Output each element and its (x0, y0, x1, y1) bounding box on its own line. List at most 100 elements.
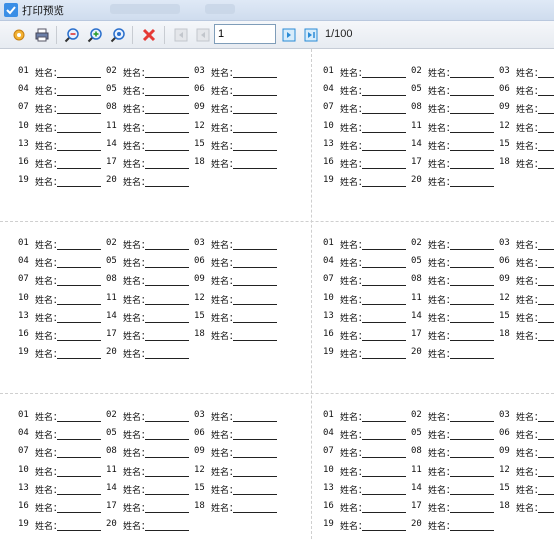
name-underline (450, 267, 494, 269)
name-underline (57, 457, 101, 459)
page-number-input[interactable] (214, 24, 276, 44)
printer-icon[interactable] (33, 26, 51, 44)
name-underline (538, 421, 554, 422)
name-label-item: 11 姓名： (106, 119, 192, 137)
name-underline (145, 493, 189, 495)
last-page-icon[interactable] (302, 26, 320, 44)
label-number: 03 (194, 238, 205, 248)
label-number: 08 (411, 102, 422, 113)
label-number: 18 (194, 501, 205, 511)
name-label-item: 16 姓名： (323, 155, 409, 173)
label-number: 16 (323, 501, 334, 511)
name-underline (57, 113, 101, 115)
prev-page-icon[interactable] (194, 26, 212, 44)
name-underline (362, 439, 406, 441)
name-label-item: 03 姓名： (499, 64, 554, 82)
zoom-out-icon[interactable] (63, 26, 81, 44)
name-underline (233, 249, 277, 250)
page-divider (0, 393, 554, 394)
name-label-item: 20 姓名： (106, 173, 192, 191)
label-number: 17 (106, 329, 117, 339)
name-underline (145, 113, 189, 115)
label-number: 02 (411, 66, 422, 76)
name-underline (538, 149, 554, 151)
name-label-item: 02 姓名： (411, 236, 497, 254)
label-number: 18 (194, 329, 205, 339)
name-underline (145, 439, 189, 441)
name-underline (233, 168, 277, 169)
next-page-icon[interactable] (280, 26, 298, 44)
name-label-item: 19 姓名： (323, 345, 409, 363)
name-label-item: 18 姓名： (194, 155, 280, 173)
close-icon[interactable] (140, 26, 158, 44)
label-number: 09 (499, 446, 510, 457)
label-number: 12 (499, 120, 510, 131)
zoom-in-icon[interactable] (86, 26, 104, 44)
name-underline (57, 475, 101, 477)
name-underline (57, 285, 101, 287)
page-count: 1/100 (325, 28, 353, 40)
label-number: 08 (411, 446, 422, 457)
label-number: 15 (499, 138, 510, 149)
label-number: 03 (194, 410, 205, 420)
name-label-item: 11 姓名： (411, 291, 497, 309)
zoom-fit-icon[interactable] (109, 26, 127, 44)
name-underline (233, 267, 277, 269)
page-divider (0, 221, 554, 222)
name-underline (538, 475, 554, 477)
name-label-item: 17 姓名： (106, 327, 192, 345)
label-number: 08 (411, 274, 422, 285)
name-label-item: 03 姓名： (499, 236, 554, 254)
name-label-item: 13 姓名： (18, 481, 104, 499)
label-number: 03 (499, 410, 510, 420)
label-number: 05 (411, 428, 422, 439)
name-label-item: 20 姓名： (106, 517, 192, 535)
name-label-item: 04 姓名： (323, 254, 409, 272)
name-label-item: 03 姓名： (194, 408, 280, 426)
window-title: 打印预览 (22, 5, 64, 17)
name-label-item: 03 姓名： (499, 408, 554, 426)
settings-icon[interactable] (10, 26, 28, 44)
name-underline (233, 113, 277, 115)
name-label-item: 11 姓名： (106, 291, 192, 309)
label-number: 07 (18, 102, 29, 113)
name-underline (233, 303, 277, 305)
label-number: 06 (194, 428, 205, 439)
name-underline (362, 358, 406, 360)
name-label-item: 15 姓名： (194, 481, 280, 499)
name-label-item: 18 姓名： (194, 327, 280, 345)
name-label-item: 02 姓名： (106, 236, 192, 254)
name-underline (57, 439, 101, 441)
name-underline (145, 421, 189, 422)
label-number: 14 (106, 138, 117, 149)
label-number: 11 (106, 464, 117, 475)
label-number: 19 (18, 347, 29, 358)
name-underline (362, 421, 406, 422)
name-label-item: 05 姓名： (106, 254, 192, 272)
name-underline (362, 168, 406, 169)
name-label-item: 06 姓名： (194, 254, 280, 272)
name-underline (57, 77, 101, 78)
name-underline (362, 475, 406, 477)
name-label-item: 17 姓名： (411, 499, 497, 517)
name-underline (450, 421, 494, 422)
name-underline (57, 149, 101, 151)
name-underline (145, 285, 189, 287)
name-label-item: 05 姓名： (106, 426, 192, 444)
name-underline (233, 439, 277, 441)
label-number: 13 (18, 138, 29, 149)
name-label-item: 11 姓名： (106, 463, 192, 481)
first-page-icon[interactable] (172, 26, 190, 44)
label-number: 10 (18, 464, 29, 475)
name-underline (233, 421, 277, 422)
label-number: 04 (323, 84, 334, 95)
name-underline (145, 475, 189, 477)
label-number: 16 (18, 501, 29, 511)
name-underline (362, 113, 406, 115)
label-number: 19 (323, 175, 334, 186)
name-underline (362, 285, 406, 287)
name-underline (145, 95, 189, 97)
name-label-item: 01 姓名： (18, 236, 104, 254)
name-label-item: 18 姓名： (499, 499, 554, 517)
name-underline (145, 186, 189, 188)
